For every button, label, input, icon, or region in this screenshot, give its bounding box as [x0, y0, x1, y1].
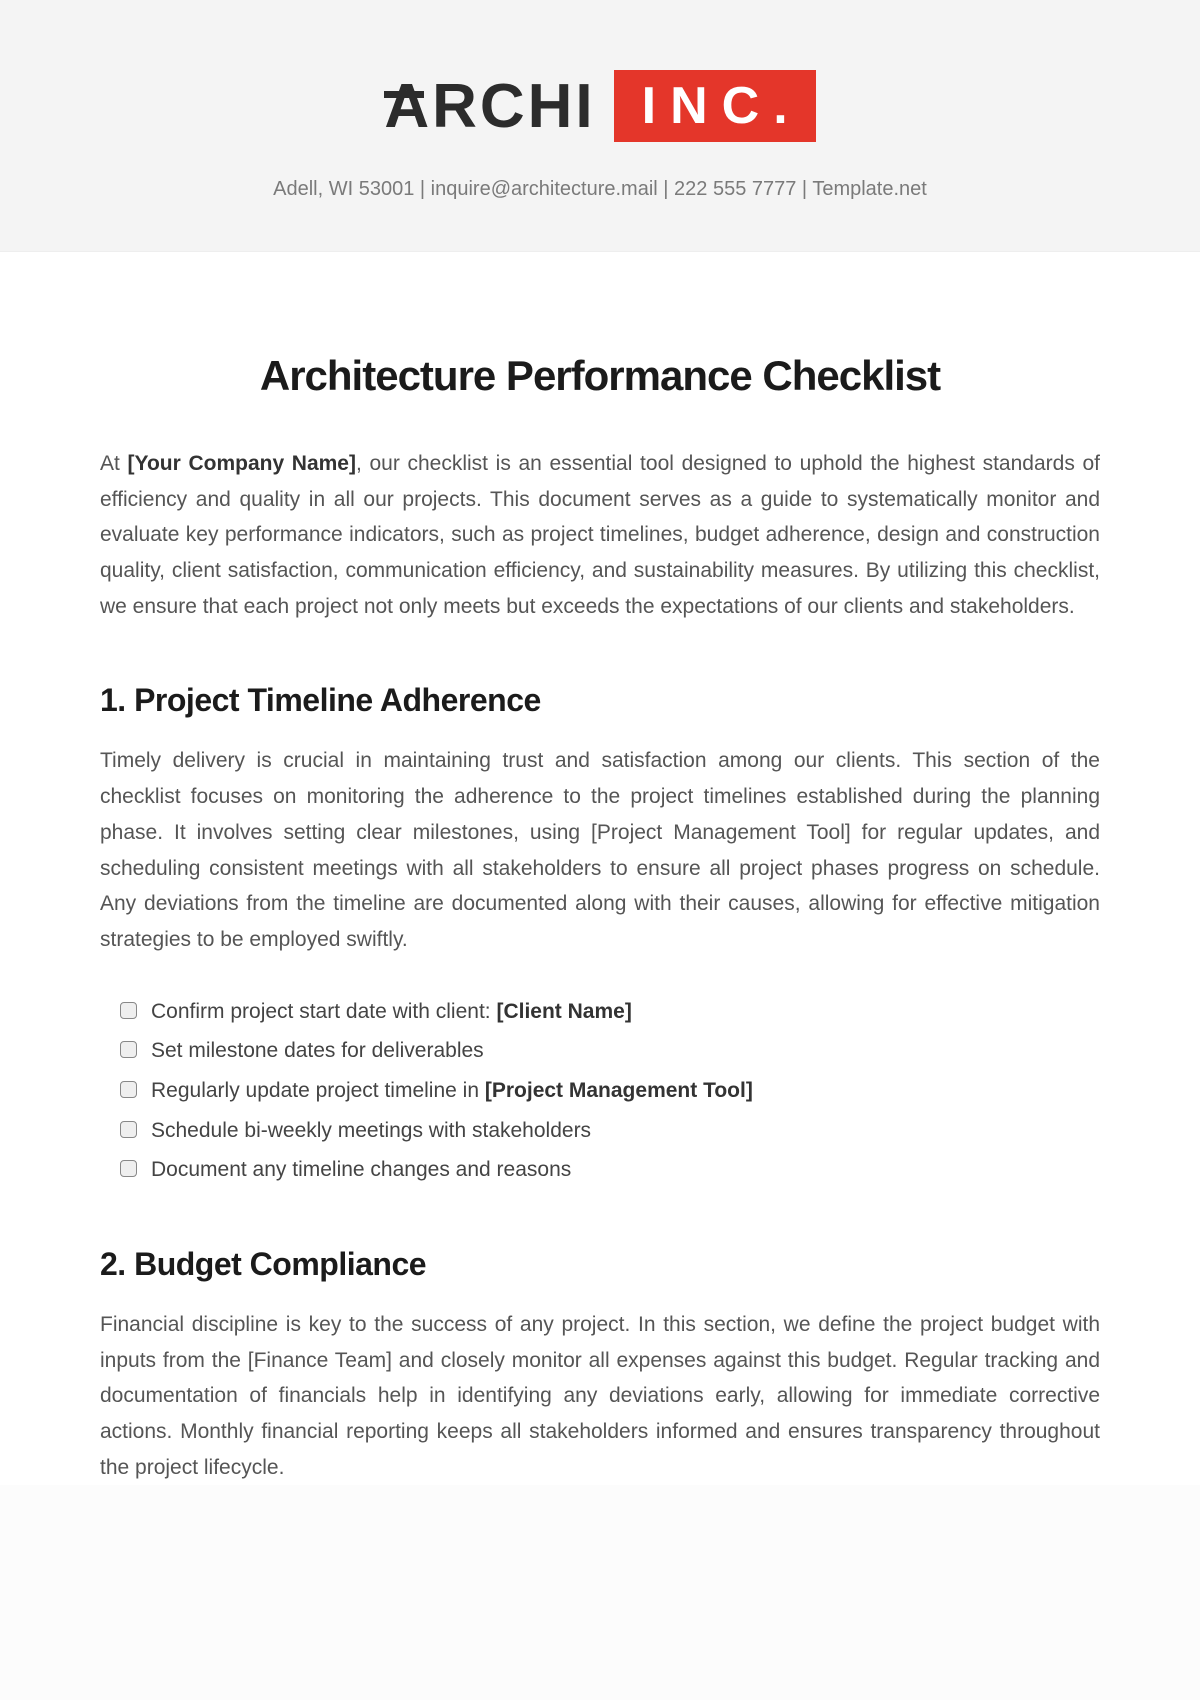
intro-company-placeholder: [Your Company Name] — [128, 452, 356, 475]
page-title: Architecture Performance Checklist — [100, 352, 1100, 400]
list-item: Document any timeline changes and reason… — [120, 1152, 1100, 1188]
intro-rest: , our checklist is an essential tool des… — [100, 452, 1100, 618]
list-item-label: Confirm project start date with client: … — [151, 994, 632, 1030]
section-1-body: Timely delivery is crucial in maintainin… — [100, 743, 1100, 957]
document-body: Architecture Performance Checklist At [Y… — [0, 252, 1200, 1485]
logo-text-left: ARCHI — [384, 71, 595, 142]
list-item-label: Regularly update project timeline in [Pr… — [151, 1073, 753, 1109]
checkbox-icon[interactable] — [120, 1002, 137, 1019]
checkbox-icon[interactable] — [120, 1160, 137, 1177]
list-item: Set milestone dates for deliverables — [120, 1033, 1100, 1069]
contact-line: Adell, WI 53001 | inquire@architecture.m… — [0, 178, 1200, 201]
section-1-heading: 1. Project Timeline Adherence — [100, 682, 1100, 719]
letterhead: ARCHI INC. Adell, WI 53001 | inquire@arc… — [0, 0, 1200, 252]
checkbox-icon[interactable] — [120, 1041, 137, 1058]
logo-text-right: INC. — [614, 70, 816, 142]
checkbox-icon[interactable] — [120, 1081, 137, 1098]
list-item-label: Schedule bi-weekly meetings with stakeho… — [151, 1113, 591, 1149]
checkbox-icon[interactable] — [120, 1121, 137, 1138]
section-2-body: Financial discipline is key to the succe… — [100, 1307, 1100, 1485]
list-item-label: Set milestone dates for deliverables — [151, 1033, 484, 1069]
list-item-label: Document any timeline changes and reason… — [151, 1152, 571, 1188]
list-item: Confirm project start date with client: … — [120, 994, 1100, 1030]
list-item: Schedule bi-weekly meetings with stakeho… — [120, 1113, 1100, 1149]
intro-prefix: At — [100, 452, 128, 475]
logo: ARCHI INC. — [384, 70, 815, 142]
list-item: Regularly update project timeline in [Pr… — [120, 1073, 1100, 1109]
section-1-checklist: Confirm project start date with client: … — [120, 994, 1100, 1188]
intro-paragraph: At [Your Company Name], our checklist is… — [100, 446, 1100, 624]
section-2-heading: 2. Budget Compliance — [100, 1246, 1100, 1283]
